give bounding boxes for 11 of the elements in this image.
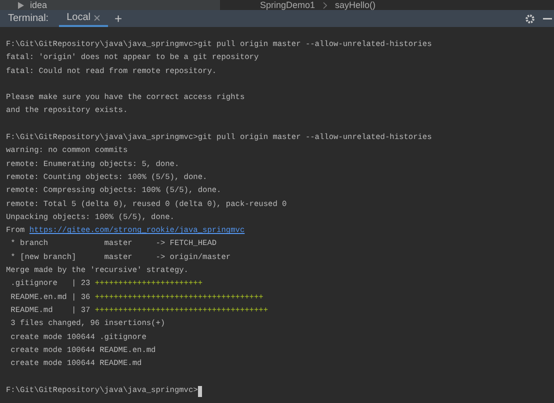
new-tab-button[interactable]: + (108, 10, 128, 27)
expand-arrow-icon[interactable] (18, 2, 24, 8)
terminal-title: Terminal: (7, 12, 50, 26)
close-icon[interactable] (94, 14, 100, 20)
breadcrumb-item[interactable]: sayHello() (335, 0, 376, 10)
chevron-icon (323, 2, 328, 8)
minimize-icon[interactable] (543, 18, 552, 20)
settings-icon[interactable] (525, 14, 535, 24)
breadcrumb-item[interactable]: SpringDemo1 (260, 0, 316, 10)
terminal-tab[interactable]: Local (58, 10, 108, 27)
tree-item[interactable]: idea (30, 0, 48, 10)
